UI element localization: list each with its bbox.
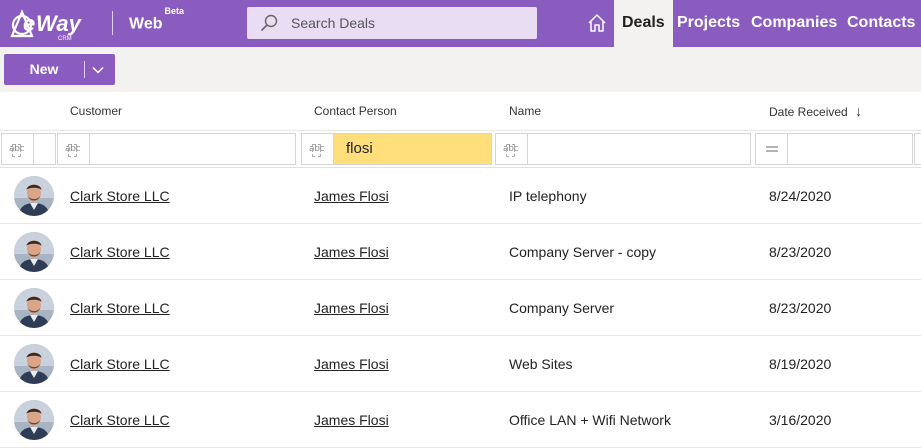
text-filter-icon[interactable]: abc (2, 134, 34, 164)
filter-date-received-input[interactable] (788, 134, 800, 164)
nav-tab-companies[interactable]: Companies (743, 0, 845, 47)
equals-filter-icon[interactable] (756, 134, 788, 164)
avatar (14, 232, 54, 272)
customer-link[interactable]: Clark Store LLC (70, 224, 170, 280)
table-row[interactable]: Clark Store LLC James Flosi Company Server… (0, 280, 921, 336)
nav-tab-deals[interactable]: Deals (614, 0, 673, 47)
web-beta-label: WebBeta (129, 6, 184, 33)
table-row[interactable]: Clark Store LLC James Flosi IP telephony 8/… (0, 168, 921, 224)
avatar (14, 344, 54, 384)
deal-name: Web Sites (509, 356, 573, 372)
avatar (14, 176, 54, 216)
eway-logo[interactable]: e Way CRM (6, 6, 90, 42)
svg-text:e: e (23, 11, 35, 36)
new-button-divider (84, 61, 85, 78)
column-header-customer[interactable]: Customer (70, 92, 122, 130)
customer-link[interactable]: Clark Store LLC (70, 336, 170, 392)
text-filter-icon[interactable]: abc (302, 134, 334, 164)
date-received: 8/23/2020 (769, 244, 832, 260)
logo-divider (112, 11, 113, 35)
sort-descending-icon: ↓ (855, 103, 863, 119)
table-row[interactable]: Clark Store LLC James Flosi Web Sites 8/19/… (0, 336, 921, 392)
home-icon[interactable] (586, 12, 608, 34)
filter-date-received[interactable] (755, 133, 913, 165)
customer-link[interactable]: Clark Store LLC (70, 392, 170, 448)
date-received: 3/16/2020 (769, 412, 832, 428)
search-input[interactable] (291, 7, 527, 39)
date-received: 8/23/2020 (769, 300, 832, 316)
top-bar: e Way CRM WebBeta Deals Projects Compani… (0, 0, 921, 47)
deal-name: Office LAN + Wifi Network (509, 412, 671, 428)
new-button[interactable]: New (4, 54, 84, 85)
table-row[interactable]: Clark Store LLC James Flosi Company Server… (0, 224, 921, 280)
customer-link[interactable]: Clark Store LLC (70, 168, 170, 224)
filter-customer[interactable]: abc (57, 133, 296, 165)
svg-text:CRM: CRM (58, 36, 72, 42)
chevron-down-icon[interactable] (90, 62, 106, 78)
contact-person-link[interactable]: James Flosi (314, 168, 389, 224)
contact-person-link[interactable]: James Flosi (314, 392, 389, 448)
text-filter-icon[interactable]: abc (58, 134, 90, 164)
customer-link[interactable]: Clark Store LLC (70, 280, 170, 336)
svg-text:Way: Way (36, 11, 83, 36)
text-filter-icon[interactable]: abc (496, 134, 528, 164)
filter-contact-person-input[interactable]: flosi (334, 134, 491, 164)
column-header-date-received[interactable]: Date Received ↓ (769, 92, 862, 130)
column-header-contact-person[interactable]: Contact Person (314, 92, 397, 130)
contact-person-link[interactable]: James Flosi (314, 336, 389, 392)
deal-name: Company Server - copy (509, 244, 657, 260)
contact-person-link[interactable]: James Flosi (314, 224, 389, 280)
search-box[interactable] (247, 7, 537, 39)
filter-contact-person[interactable]: abc flosi (301, 133, 492, 165)
nav-tab-contacts[interactable]: Contacts (839, 0, 921, 47)
new-split-button[interactable]: New (4, 54, 115, 85)
command-bar: New (0, 47, 921, 92)
filter-row: abc abc abc flosi abc (0, 131, 921, 168)
date-received: 8/19/2020 (769, 356, 832, 372)
contact-person-link[interactable]: James Flosi (314, 280, 389, 336)
filter-avatar[interactable]: abc (1, 133, 56, 165)
filter-name-input[interactable] (528, 134, 540, 164)
deal-name: IP telephony (509, 188, 587, 204)
date-received: 8/24/2020 (769, 188, 832, 204)
column-header-name[interactable]: Name (509, 92, 541, 130)
filter-name[interactable]: abc (495, 133, 751, 165)
filter-extra[interactable] (914, 133, 921, 165)
column-header-date-received-label: Date Received (769, 105, 848, 119)
nav-tab-projects[interactable]: Projects (669, 0, 748, 47)
filter-customer-input[interactable] (90, 134, 102, 164)
avatar (14, 400, 54, 440)
avatar (14, 288, 54, 328)
deal-name: Company Server (509, 300, 615, 316)
table-row[interactable]: Clark Store LLC James Flosi Office LAN + W… (0, 392, 921, 448)
search-icon (260, 14, 278, 32)
